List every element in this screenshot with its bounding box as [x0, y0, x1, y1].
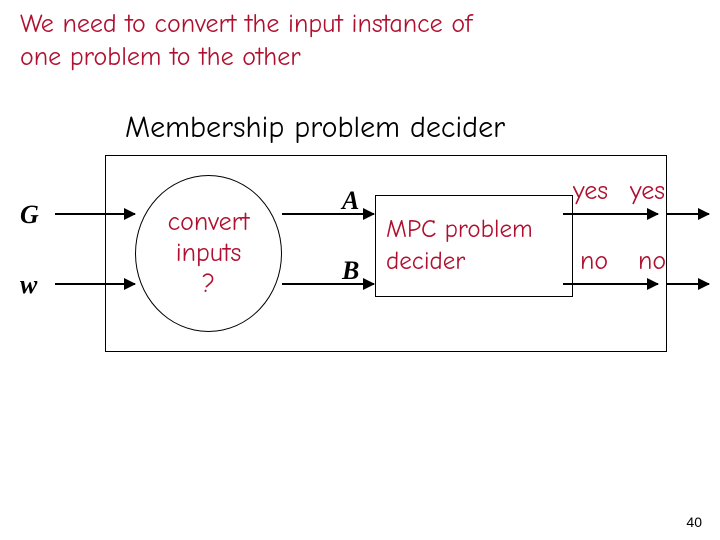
heading-line2: one problem to the other [20, 42, 301, 72]
arrow-no-seg2 [667, 283, 709, 285]
arrow-yes-seg1 [563, 213, 658, 215]
arrow-converter-to-A [282, 213, 374, 215]
output-no-inner: no [580, 246, 608, 276]
input-var-G: G [20, 200, 39, 230]
arrow-w-to-converter [55, 283, 135, 285]
converter-ellipse: convert inputs ? [135, 175, 282, 332]
converter-line1: convert [168, 207, 250, 238]
converter-line2: inputs [176, 238, 242, 269]
arrow-no-seg1 [563, 283, 658, 285]
page-number: 40 [686, 514, 702, 530]
heading-line1: We need to convert the input instance of [20, 9, 472, 39]
inner-line1: MPC problem [386, 214, 572, 247]
mpc-decider-box: MPC problem decider [375, 195, 573, 297]
arrow-yes-seg2 [667, 213, 709, 215]
heading: We need to convert the input instance of… [20, 8, 472, 73]
output-yes-inner: yes [573, 176, 608, 206]
diagram-title: Membership problem decider [125, 110, 505, 145]
arrow-G-to-converter [55, 213, 135, 215]
output-no-outer: no [638, 246, 666, 276]
input-var-w: w [20, 270, 37, 300]
var-B: B [342, 256, 359, 286]
output-yes-outer: yes [630, 176, 665, 206]
var-A: A [342, 186, 359, 216]
converter-line3: ? [202, 269, 215, 300]
arrow-converter-to-B [282, 283, 374, 285]
inner-line2: decider [386, 246, 572, 279]
